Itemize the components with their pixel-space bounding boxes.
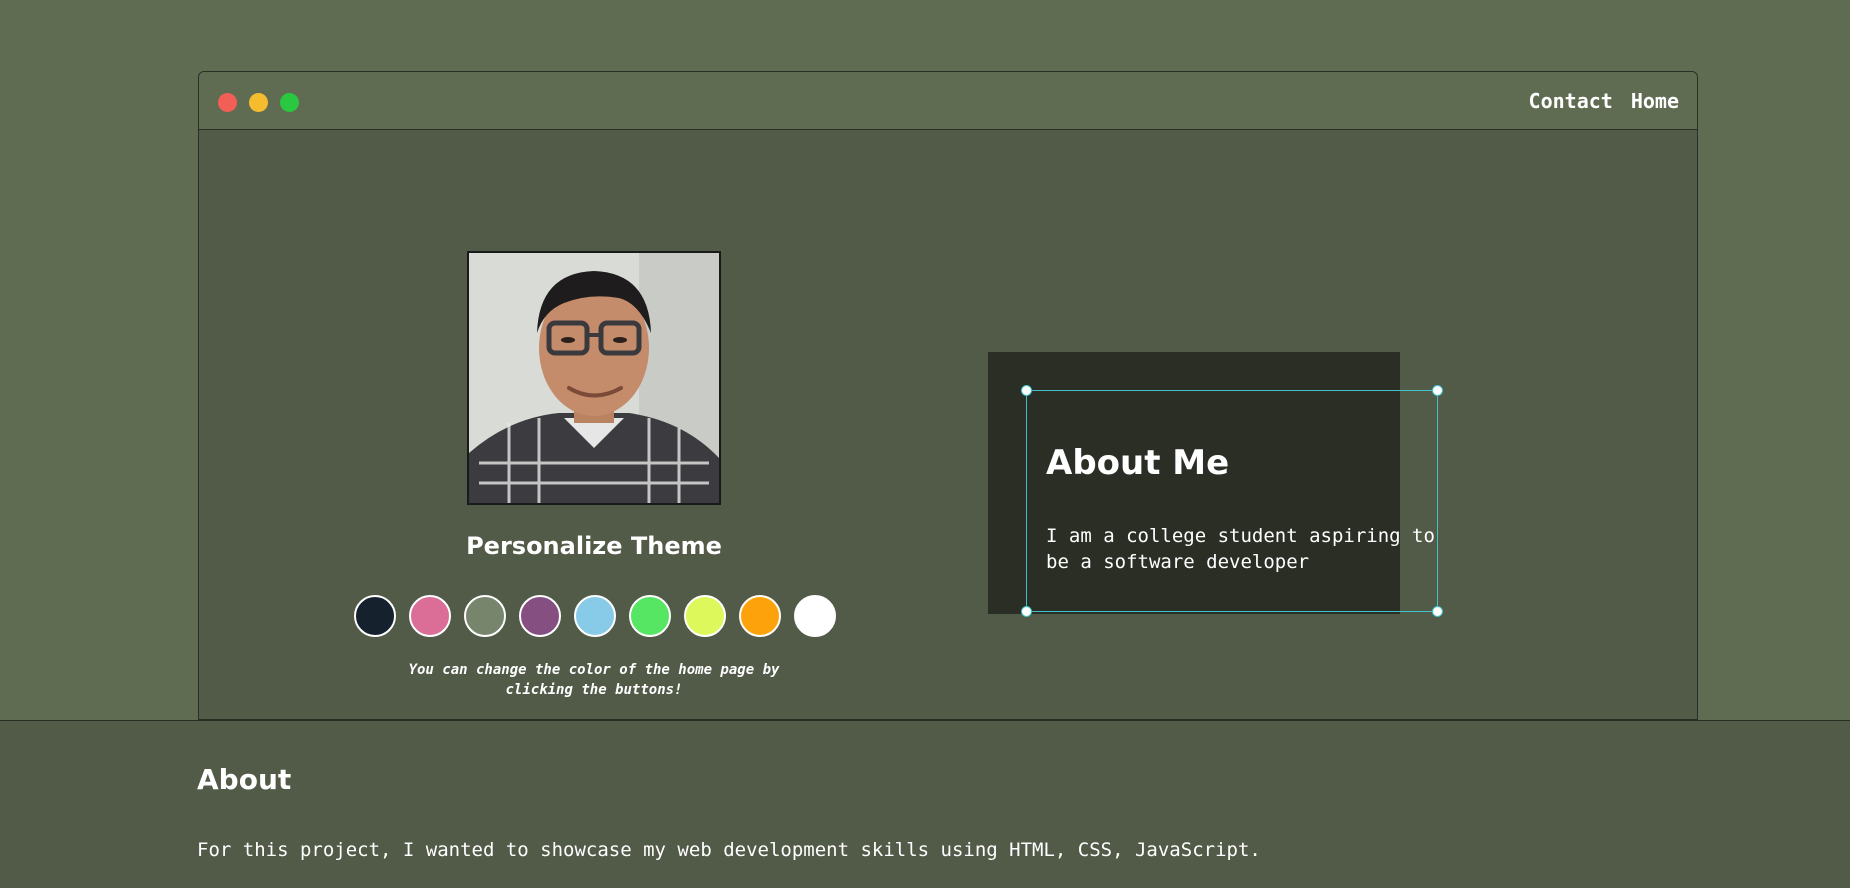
nav-contact-link[interactable]: Contact — [1529, 89, 1613, 113]
theme-hint-text: You can change the color of the home pag… — [408, 662, 780, 698]
home-content: Personalize Theme You can change the col… — [199, 130, 1697, 719]
profile-photo — [467, 251, 721, 505]
nav-home-link[interactable]: Home — [1631, 89, 1679, 113]
resize-handle-bottom-left[interactable] — [1021, 606, 1032, 617]
resize-handle-bottom-right[interactable] — [1432, 606, 1443, 617]
theme-swatch-navy[interactable] — [354, 595, 396, 637]
theme-swatch-sage[interactable] — [464, 595, 506, 637]
theme-swatch-pink[interactable] — [409, 595, 451, 637]
theme-swatches — [354, 595, 836, 637]
personalize-theme-title: Personalize Theme — [466, 532, 722, 560]
theme-swatch-green[interactable] — [629, 595, 671, 637]
close-window-button[interactable] — [218, 93, 237, 112]
theme-swatch-white[interactable] — [794, 595, 836, 637]
maximize-window-button[interactable] — [280, 93, 299, 112]
minimize-window-button[interactable] — [249, 93, 268, 112]
theme-swatch-purple[interactable] — [519, 595, 561, 637]
theme-swatch-sky-blue[interactable] — [574, 595, 616, 637]
about-me-title: About Me — [1046, 443, 1230, 483]
top-nav: Contact Home — [1529, 89, 1679, 113]
title-bar: Contact Home — [199, 72, 1697, 130]
selection-outline[interactable] — [1021, 385, 1443, 617]
resize-handle-top-right[interactable] — [1432, 385, 1443, 396]
about-section: About For this project, I wanted to show… — [0, 720, 1850, 888]
about-me-text: I am a college student aspiring to be a … — [1046, 525, 1435, 573]
theme-swatch-orange[interactable] — [739, 595, 781, 637]
browser-window: Contact Home Personalize Theme You can c… — [198, 71, 1698, 720]
resize-handle-top-left[interactable] — [1021, 385, 1032, 396]
about-section-text: For this project, I wanted to showcase m… — [197, 839, 1261, 861]
theme-swatch-lime[interactable] — [684, 595, 726, 637]
about-section-title: About — [197, 763, 292, 796]
